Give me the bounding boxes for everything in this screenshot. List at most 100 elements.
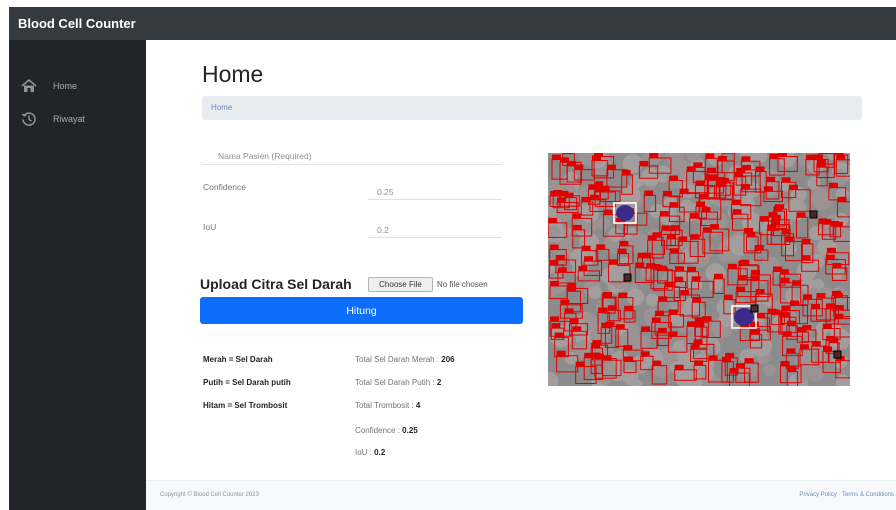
box-tag <box>606 164 616 170</box>
top-navbar: Blood Cell Counter <box>9 7 896 40</box>
box-tag <box>607 305 617 311</box>
box-tag <box>741 156 751 162</box>
box-tag <box>736 286 746 292</box>
box-tag <box>560 157 569 163</box>
stat-confidence-value: 0.25 <box>402 426 418 435</box>
box-tag <box>621 170 631 175</box>
legend-white: Putih = Sel Darah putih <box>203 378 291 387</box>
footer-copyright: Copyright © Blood Cell Counter 2023 <box>160 492 259 498</box>
sidebar-item-label: Riwayat <box>53 114 86 124</box>
box-tag <box>639 160 649 166</box>
blood-cell <box>645 293 659 307</box>
page-title: Home <box>202 61 264 87</box>
box-tag <box>644 190 654 196</box>
box-tag <box>550 316 559 322</box>
main-content: Home Home Nama Pasien (Required) Confide… <box>146 40 896 510</box>
box-tag <box>721 356 731 362</box>
box-tag <box>754 245 764 250</box>
box-tag <box>658 296 668 302</box>
box-tag <box>651 317 661 323</box>
stat-red-label: Total Sel Darah Merah : <box>355 355 440 364</box>
detection-overlay <box>548 153 850 386</box>
box-tag <box>708 355 718 361</box>
box-tag <box>594 153 603 157</box>
box-tag <box>750 275 760 281</box>
box-tag <box>705 153 715 159</box>
box-tag <box>707 174 717 180</box>
box-tag <box>594 181 604 187</box>
box-tag <box>837 196 847 202</box>
box-tag <box>811 303 820 309</box>
box-tag <box>759 216 769 222</box>
confidence-label: Confidence <box>203 182 247 192</box>
box-tag <box>602 293 612 298</box>
box-tag <box>729 368 739 374</box>
box-tag <box>635 262 645 268</box>
box-tag <box>680 290 690 295</box>
box-tag <box>823 346 832 352</box>
footer-links[interactable]: Privacy Policy · Terms & Conditions <box>799 492 894 498</box>
box-tag <box>591 352 601 358</box>
choose-file-button[interactable]: Choose File <box>368 277 433 292</box>
box-tag <box>773 266 783 272</box>
platelet-box <box>623 273 632 282</box>
box-tag <box>675 266 685 272</box>
box-tag <box>617 248 627 254</box>
sidebar: Home Riwayat <box>9 40 146 510</box>
platelet-box <box>833 350 842 359</box>
hitung-button[interactable]: Hitung <box>200 297 523 324</box>
box-tag <box>780 277 790 283</box>
box-tag <box>786 348 796 354</box>
blood-cell <box>564 171 578 186</box>
box-tag <box>763 186 773 192</box>
box-tag <box>802 325 812 330</box>
confidence-input[interactable]: 0.25 <box>368 180 502 200</box>
box-tag <box>691 276 701 282</box>
box-tag <box>608 259 618 265</box>
box-tag <box>769 153 779 159</box>
box-tag <box>695 322 705 328</box>
box-tag <box>796 212 806 218</box>
box-tag <box>826 335 836 341</box>
iou-label: IoU <box>203 222 217 232</box>
stat-confidence-label: Confidence : <box>355 426 400 435</box>
confidence-input-value: 0.25 <box>377 187 394 197</box>
patient-name-input[interactable]: Nama Pasien (Required) <box>202 145 502 165</box>
box-tag <box>751 269 760 275</box>
stat-platelets: Total Trombosit : 4 <box>355 401 420 410</box>
box-tag <box>595 187 605 192</box>
stat-platelet-value: 4 <box>415 401 421 410</box>
sidebar-item-riwayat[interactable]: Riwayat <box>9 108 146 130</box>
box-tag <box>674 364 684 370</box>
box-tag <box>693 339 703 345</box>
box-tag <box>605 321 615 327</box>
box-tag <box>693 162 703 168</box>
box-tag <box>696 201 705 207</box>
box-tag <box>557 197 567 203</box>
white-cell <box>616 205 634 221</box>
app-frame: Blood Cell Counter Home Riwayat Home Hom… <box>9 7 896 510</box>
iou-input[interactable]: 0.2 <box>368 218 502 238</box>
box-tag <box>707 167 716 173</box>
box-tag <box>742 164 752 170</box>
box-tag <box>618 292 628 298</box>
box-tag <box>578 265 588 271</box>
stat-white-cells: Total Sel Darah Putih : 2 <box>355 378 441 387</box>
box-tag <box>694 317 704 323</box>
box-tag <box>549 259 559 265</box>
box-tag <box>805 154 815 160</box>
box-tag <box>679 188 689 194</box>
box-tag <box>778 153 787 157</box>
blood-cell <box>809 226 824 241</box>
breadcrumb-home-link[interactable]: Home <box>211 103 232 112</box>
box-tag <box>814 154 823 160</box>
iou-input-value: 0.2 <box>377 225 389 235</box>
brand-title[interactable]: Blood Cell Counter <box>18 16 136 31</box>
box-tag <box>556 350 566 356</box>
sidebar-item-home[interactable]: Home <box>9 75 146 97</box>
box-tag <box>826 247 836 253</box>
box-tag <box>581 196 591 202</box>
stat-platelet-label: Total Trombosit : <box>355 401 414 410</box>
history-icon <box>19 111 39 127</box>
box-tag <box>623 345 633 351</box>
